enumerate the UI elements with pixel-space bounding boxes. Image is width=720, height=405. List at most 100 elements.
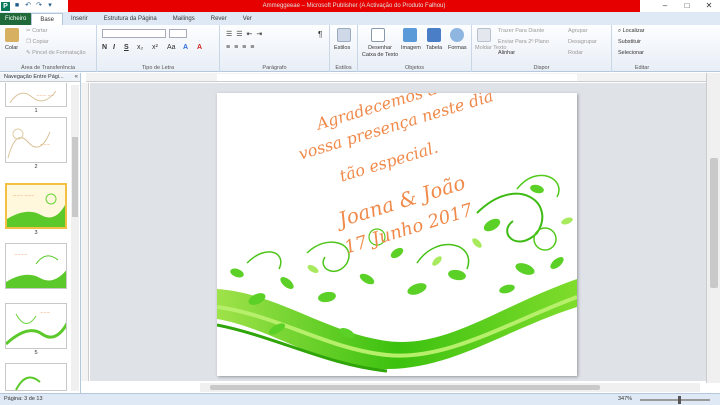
- tab-mailings[interactable]: Mailings: [165, 13, 203, 25]
- horizontal-scroll-thumb[interactable]: [210, 385, 600, 390]
- ungroup-button[interactable]: Desagrupar: [568, 39, 597, 45]
- copy-button[interactable]: ❐ Copiar: [26, 39, 49, 45]
- page-number: 1: [34, 108, 38, 114]
- svg-text:~~~~: ~~~~: [14, 252, 27, 257]
- align-button[interactable]: Alinhar: [498, 50, 515, 56]
- highlight-button[interactable]: A: [183, 44, 188, 51]
- nav-pane-title: Navegação Entre Pági...: [0, 73, 80, 82]
- picture-icon[interactable]: [403, 28, 417, 42]
- find-button[interactable]: ⌕ Localizar: [618, 28, 645, 35]
- vertical-scroll-thumb[interactable]: [710, 158, 718, 288]
- cut-button[interactable]: ✂ Cortar: [26, 28, 47, 34]
- page-info[interactable]: Página: 3 de 13: [4, 394, 43, 405]
- page-thumbnail[interactable]: [5, 363, 67, 391]
- vertical-ruler[interactable]: [81, 83, 89, 381]
- wrap-text-icon[interactable]: [477, 28, 491, 42]
- draw-textbox-button[interactable]: Desenhar Caixa de Texto: [361, 45, 399, 59]
- table-icon[interactable]: [427, 28, 441, 42]
- undo-icon[interactable]: ↶: [24, 2, 32, 10]
- svg-text:~~~ ~~: ~~~ ~~: [36, 93, 54, 98]
- zoom-level[interactable]: 347%: [618, 394, 632, 405]
- subscript-button[interactable]: x₂: [137, 44, 143, 51]
- group-label-editing: Editar: [634, 65, 650, 71]
- picture-button[interactable]: Imagem: [401, 45, 421, 51]
- pilcrow-icon[interactable]: ¶: [318, 30, 322, 39]
- styles-icon[interactable]: [337, 28, 351, 42]
- paste-icon[interactable]: [5, 28, 19, 42]
- change-case-button[interactable]: Aa: [167, 44, 176, 51]
- objects-group: Desenhar Caixa de Texto Imagem Tabela Fo…: [358, 25, 472, 72]
- ribbon: Colar ✂ Cortar ❐ Copiar ✎ Pincel de Form…: [0, 25, 720, 72]
- publisher-logo-icon[interactable]: P: [1, 1, 10, 11]
- arrange-group: Moldar Texto Trazer Para Diante Enviar P…: [472, 25, 612, 72]
- shapes-icon[interactable]: [450, 28, 464, 42]
- styles-button[interactable]: Estilos: [334, 45, 350, 51]
- tab-ver[interactable]: Ver: [235, 13, 260, 25]
- redo-icon[interactable]: ↷: [35, 2, 43, 10]
- tab-ficheiro[interactable]: Ficheiro: [0, 13, 32, 25]
- paste-button[interactable]: Colar: [5, 45, 18, 51]
- font-name-select[interactable]: [102, 29, 166, 38]
- format-painter-button[interactable]: ✎ Pincel de Formatação: [26, 50, 86, 56]
- group-label-arrange: Dispor: [533, 65, 550, 71]
- publication-page[interactable]: Agradecemos a vossa presença neste dia t…: [217, 93, 577, 376]
- tab-inserir[interactable]: Inserir: [63, 13, 96, 25]
- page-thumbnail[interactable]: ~~~ ~~ 1: [5, 83, 67, 116]
- thumb-floral-art: ~~~: [7, 128, 51, 159]
- customize-icon[interactable]: ▾: [46, 2, 54, 10]
- zoom-slider[interactable]: [640, 396, 710, 404]
- italic-button[interactable]: I: [113, 44, 115, 51]
- thumb-green-wave: ~~~~: [6, 252, 66, 288]
- horizontal-ruler[interactable]: [86, 73, 706, 82]
- maximize-button[interactable]: □: [676, 0, 698, 12]
- list-buttons-icon[interactable]: ☰☰⇤⇥: [226, 30, 266, 38]
- group-label-objects: Objetos: [405, 65, 424, 71]
- title-bar: P ■ ↶ ↷ ▾ Ammeggeeae – Microsoft Publish…: [0, 0, 720, 12]
- clipboard-group: Colar ✂ Cortar ❐ Copiar ✎ Pincel de Form…: [0, 25, 97, 72]
- status-bar: Página: 3 de 13 347%: [0, 393, 720, 405]
- nav-pane-collapse-icon[interactable]: «: [75, 73, 78, 82]
- tab-base[interactable]: Base: [31, 13, 64, 25]
- svg-text:~~~: ~~~: [40, 310, 50, 315]
- zoom-slider-knob[interactable]: [678, 396, 681, 404]
- thumb-floral-art: ~~~ ~~: [9, 90, 57, 104]
- save-icon[interactable]: ■: [13, 2, 21, 10]
- page-number: 3: [34, 230, 38, 236]
- minimize-button[interactable]: –: [654, 0, 676, 12]
- shapes-button[interactable]: Formas: [448, 45, 467, 51]
- page-thumbnail[interactable]: ~~~ 5: [5, 303, 67, 358]
- group-label-font: Tipo de Letra: [141, 65, 175, 71]
- page-thumbnail-selected[interactable]: ~~~ ~~~ 3: [5, 183, 67, 238]
- page-number: 5: [34, 350, 38, 356]
- tab-estrutura[interactable]: Estrutura da Página: [96, 13, 165, 25]
- align-buttons-icon[interactable]: ≡≡≡≡: [226, 44, 258, 51]
- tab-rever[interactable]: Rever: [203, 13, 235, 25]
- underline-button[interactable]: S: [124, 44, 129, 51]
- quick-access-toolbar: P ■ ↶ ↷ ▾: [1, 1, 54, 11]
- horizontal-scrollbar[interactable]: [200, 383, 700, 392]
- font-size-select[interactable]: [169, 29, 187, 38]
- close-button[interactable]: ✕: [698, 0, 720, 12]
- replace-button[interactable]: Substituir: [618, 39, 641, 45]
- superscript-button[interactable]: x²: [152, 44, 158, 51]
- page-number: 2: [34, 164, 38, 170]
- group-button[interactable]: Agrupar: [568, 28, 588, 34]
- nav-pane-scrollbar[interactable]: [71, 85, 79, 391]
- bring-forward-button[interactable]: Trazer Para Diante: [498, 28, 544, 34]
- group-label-styles: Estilos: [335, 65, 352, 71]
- table-button[interactable]: Tabela: [426, 45, 442, 51]
- font-color-button[interactable]: A: [197, 44, 202, 51]
- page-thumbnail[interactable]: ~~~~: [5, 243, 67, 298]
- textbox-icon[interactable]: [371, 28, 385, 42]
- bold-button[interactable]: N: [102, 44, 107, 51]
- font-group: N I S x₂ x² Aa A A Tipo de Letra: [97, 25, 220, 72]
- group-label-paragraph: Parágrafo: [262, 65, 287, 71]
- rotate-button[interactable]: Rodar: [568, 50, 583, 56]
- send-backward-button[interactable]: Enviar Para 2º Plano: [498, 39, 549, 45]
- page-thumbnail[interactable]: ~~~ 2: [5, 117, 67, 172]
- thumb-green-wave: ~~~: [6, 310, 66, 346]
- publication-workspace[interactable]: Agradecemos a vossa presença neste dia t…: [90, 83, 706, 381]
- select-button[interactable]: Selecionar: [618, 50, 644, 56]
- svg-text:~~~: ~~~: [40, 142, 50, 147]
- vertical-scrollbar[interactable]: [706, 73, 720, 383]
